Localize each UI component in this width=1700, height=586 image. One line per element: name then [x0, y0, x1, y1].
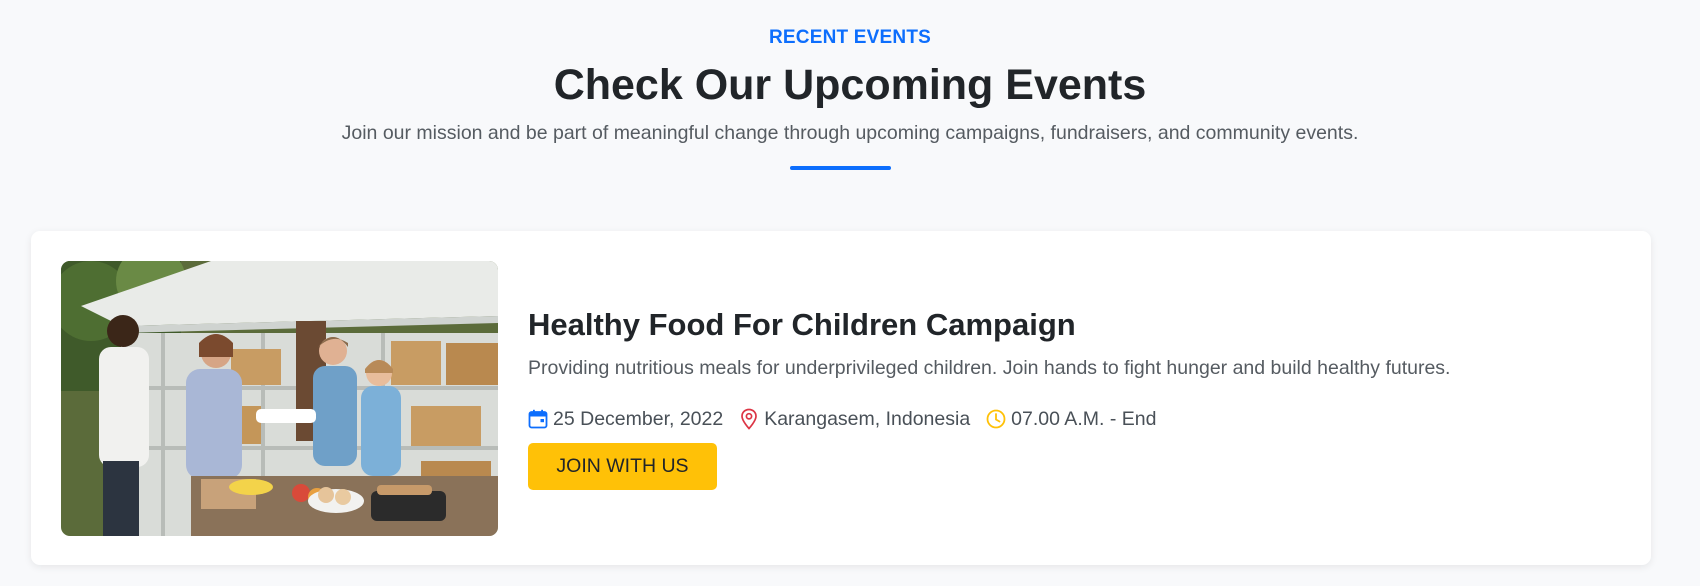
- title-divider: [790, 166, 891, 170]
- section-subtitle: Join our mission and be part of meaningf…: [341, 122, 1359, 144]
- event-location-text: Karangasem, Indonesia: [764, 407, 971, 430]
- clock-icon: [986, 408, 1006, 430]
- event-image: [61, 261, 498, 536]
- section-title: Check Our Upcoming Events: [553, 61, 1147, 109]
- event-time-text: 07.00 A.M. - End: [1011, 407, 1157, 430]
- event-title[interactable]: Healthy Food For Children Campaign: [528, 305, 1076, 345]
- section-eyebrow: RECENT EVENTS: [768, 27, 931, 48]
- event-location: Karangasem, Indonesia: [739, 408, 970, 431]
- event-date-text: 25 December, 2022: [553, 407, 724, 430]
- event-description: Providing nutritious meals for underpriv…: [528, 357, 1451, 379]
- event-date: 25 December, 2022: [528, 408, 723, 431]
- join-button[interactable]: JOIN WITH US: [528, 443, 717, 490]
- map-pin-icon: [739, 408, 759, 430]
- event-meta: 25 December, 2022 Karangasem, Indonesia …: [528, 405, 1172, 433]
- event-card: Healthy Food For Children Campaign Provi…: [31, 231, 1651, 565]
- event-time: 07.00 A.M. - End: [986, 408, 1156, 431]
- calendar-icon: [528, 408, 548, 430]
